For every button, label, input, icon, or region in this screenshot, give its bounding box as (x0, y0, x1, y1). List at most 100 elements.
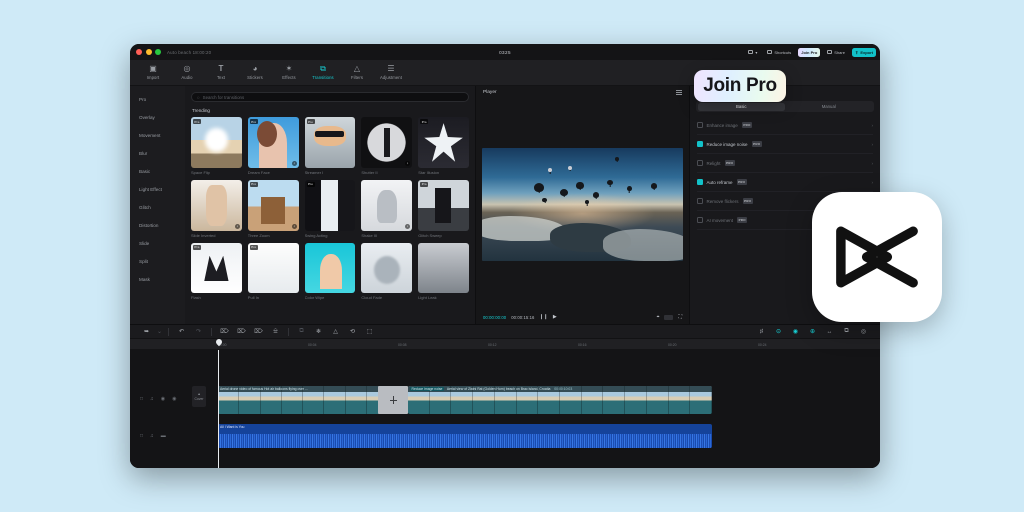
zoom-level-icon[interactable]: ◉ (787, 328, 804, 335)
rail-item-glitch[interactable]: Glitch (130, 198, 185, 216)
download-icon[interactable]: ↓ (234, 223, 240, 229)
rail-item-basic[interactable]: Basic (130, 162, 185, 180)
transition-thumbnail[interactable]: ↓ (361, 179, 413, 231)
transition-item[interactable]: Pro Glitch Sweep (418, 179, 469, 238)
row-enhance-image[interactable]: Enhance image PRO › (697, 116, 873, 135)
download-icon[interactable]: ↓ (291, 223, 297, 229)
download-icon[interactable]: ↓ (405, 160, 411, 166)
chevron-right-icon[interactable]: › (872, 180, 874, 185)
transition-thumbnail[interactable]: Pro (191, 242, 242, 294)
transition-item[interactable]: Pro Swing Acting (304, 179, 356, 238)
download-icon[interactable]: ↓ (405, 223, 411, 229)
transition-thumbnail[interactable]: Pro (418, 117, 469, 168)
transition-thumbnail[interactable]: Pro ↓ (247, 179, 299, 231)
join-pro-badge-overlay[interactable]: Join Pro (694, 70, 786, 102)
transition-item[interactable]: ↓ Shutter II (361, 117, 413, 175)
redo-icon[interactable]: ↷ (190, 328, 207, 335)
row-auto-reframe[interactable]: Auto reframe PRO › (697, 173, 873, 192)
transition-item[interactable]: Pro ↓ Dream Face (247, 117, 299, 175)
tab-transitions[interactable]: ⧉ Transitions (306, 65, 340, 81)
tab-effects[interactable]: ✶ Effects (272, 65, 306, 81)
transition-thumbnail[interactable]: ↓ (361, 117, 413, 168)
transition-thumbnail[interactable] (304, 242, 356, 294)
minimize-icon[interactable] (145, 49, 152, 55)
transition-item[interactable]: Pro Star Illusion (418, 117, 469, 175)
transition-thumbnail[interactable]: Pro (304, 179, 356, 231)
transition-thumbnail[interactable]: Pro (247, 242, 299, 294)
toggle-ai-movement[interactable] (697, 217, 703, 223)
maximize-icon[interactable] (155, 49, 161, 55)
export-button[interactable]: ⇪ Export (851, 47, 876, 57)
share-button[interactable]: Share (824, 48, 848, 57)
copy-icon[interactable]: ⧉ (293, 328, 310, 335)
tab-filters[interactable]: △ Filters (340, 65, 374, 81)
toggle-reduce-image-noise[interactable] (697, 141, 703, 147)
join-pro-button[interactable]: Join Pro (798, 47, 821, 57)
rail-item-slide[interactable]: Slide (130, 234, 185, 252)
transition-item[interactable]: Pro Space Flip (191, 117, 242, 175)
rail-item-pro[interactable]: Pro (130, 90, 185, 108)
transition-item[interactable]: Pro Pull In (247, 242, 299, 300)
speed-icon[interactable]: △ (327, 328, 344, 335)
traffic-lights[interactable] (136, 49, 161, 55)
fullscreen-icon[interactable]: ⛶ (678, 314, 682, 320)
track-visible-icon[interactable]: ◉ (172, 396, 176, 402)
rail-item-overlay[interactable]: Overlay (130, 108, 185, 126)
transition-item[interactable]: Pro Flash (191, 242, 242, 300)
fit-timeline-icon[interactable]: ↔ (821, 329, 838, 335)
rail-item-movement[interactable]: Movement (130, 126, 185, 144)
toggle-enhance-image[interactable] (697, 122, 703, 128)
track-mute-icon[interactable]: ♫ (150, 433, 154, 439)
toggle-auto-reframe[interactable] (697, 179, 703, 185)
track-lock-icon[interactable]: □ (140, 396, 143, 402)
close-icon[interactable] (136, 49, 142, 55)
trim-left-icon[interactable]: ⌦ (233, 328, 250, 335)
shortcuts-button[interactable]: Shortcuts (764, 48, 794, 57)
transition-thumbnail[interactable] (361, 242, 413, 294)
select-tool-icon[interactable]: ➥ (138, 328, 155, 335)
subtab-manual[interactable]: Manual (785, 103, 873, 111)
preview-icon[interactable]: ◎ (855, 328, 872, 335)
rail-item-mask[interactable]: Mask (130, 270, 185, 288)
transition-thumbnail[interactable]: Pro ↓ (247, 117, 299, 168)
transition-item[interactable]: ↓ Shake III (361, 179, 413, 238)
track-lock-icon[interactable]: □ (140, 433, 143, 439)
chevron-right-icon[interactable]: › (872, 123, 874, 128)
transition-thumbnail[interactable] (418, 242, 469, 294)
transition-item[interactable]: Cloud Fade (361, 242, 413, 300)
transition-item[interactable]: Light Leak (418, 242, 469, 300)
video-clip-2[interactable]: Reduce image noise Aerial view of Zlatni… (408, 386, 712, 414)
delete-icon[interactable]: ⎒ (267, 328, 284, 335)
toggle-relight[interactable] (697, 160, 703, 166)
rotate-icon[interactable]: ⟲ (344, 328, 361, 335)
transition-thumbnail[interactable]: Pro (304, 117, 356, 168)
transition-item[interactable]: Pro ↓ Three Zoom (247, 179, 299, 238)
transition-thumbnail[interactable]: Pro (191, 117, 242, 168)
split-icon[interactable]: ⌦ (216, 328, 233, 335)
trim-right-icon[interactable]: ⌦ (250, 328, 267, 335)
tab-text[interactable]: T Text (204, 65, 238, 81)
tab-audio[interactable]: ◎ Audio (170, 65, 204, 81)
cover-button[interactable]: ▲ Cover (192, 386, 206, 407)
track-volume-icon[interactable]: ▬ (161, 433, 166, 439)
play-icon[interactable]: ▶ (553, 314, 557, 320)
player-menu-icon[interactable] (676, 90, 682, 95)
video-clip-1[interactable]: Aerial drone video of famous Hot air bal… (218, 386, 388, 414)
tab-stickers[interactable]: ◕ Stickers (238, 65, 272, 81)
track-hide-icon[interactable]: ◉ (161, 396, 165, 402)
row-relight[interactable]: Relight PRO › (697, 154, 873, 173)
zoom-in-icon[interactable]: ⊕ (804, 328, 821, 335)
zoom-out-icon[interactable]: ⊝ (770, 328, 787, 335)
crop-icon[interactable]: ⬚ (361, 328, 378, 335)
timeline-ruler[interactable]: 00:00 00:04 00:08 00:12 00:16 00:20 00:2… (130, 339, 880, 350)
snapping-icon[interactable]: ⧉ (838, 328, 855, 335)
search-input[interactable]: ○ Search for transitions (191, 92, 469, 102)
crop-fit-icon[interactable]: ⌖ (657, 314, 660, 320)
chevron-right-icon[interactable]: › (872, 161, 874, 166)
subtab-basic[interactable]: Basic (697, 102, 785, 111)
tab-adjustment[interactable]: ☰ Adjustment (374, 65, 408, 81)
audio-clip[interactable]: All I Want is You (218, 424, 712, 448)
transition-marker[interactable] (378, 386, 408, 414)
download-icon[interactable]: ↓ (291, 160, 297, 166)
prev-frame-icon[interactable]: ❙❙ (539, 314, 547, 320)
